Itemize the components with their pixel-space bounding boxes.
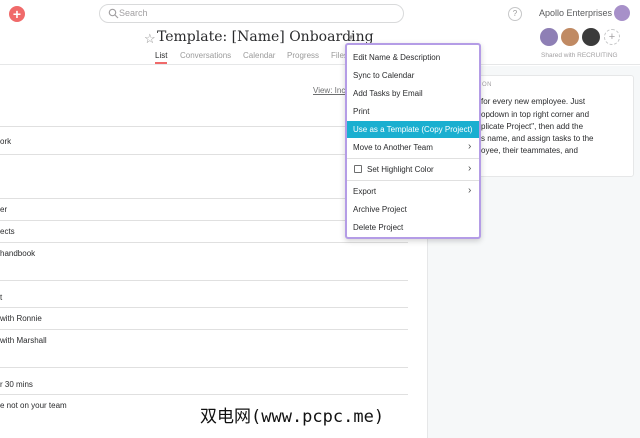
task-name: ork: [0, 137, 12, 146]
task-name: with Marshall: [0, 336, 47, 345]
menu-item-add-tasks-email[interactable]: Add Tasks by Email: [347, 85, 479, 102]
chevron-right-icon: ›: [468, 141, 472, 152]
menu-item-edit-name[interactable]: Edit Name & Description: [347, 49, 479, 66]
task-name: with Ronnie: [0, 314, 42, 323]
description-heading: ON: [482, 82, 492, 88]
task-name: handbook: [0, 249, 36, 258]
chevron-right-icon: ›: [468, 185, 472, 196]
description-line: for every new employee. Just: [481, 97, 586, 106]
menu-item-export[interactable]: Export ›: [347, 183, 479, 200]
user-avatar[interactable]: [614, 5, 630, 21]
tab-progress[interactable]: Progress: [287, 51, 319, 60]
task-name: r 30 mins: [0, 380, 33, 389]
task-row[interactable]: t: [0, 280, 408, 307]
project-title[interactable]: Template: [Name] Onboarding: [157, 29, 374, 45]
task-row[interactable]: with Marshall: [0, 329, 408, 367]
menu-item-delete[interactable]: Delete Project: [347, 219, 479, 236]
task-name: t: [0, 293, 3, 302]
task-row[interactable]: r 30 mins: [0, 367, 408, 394]
tab-conversations[interactable]: Conversations: [180, 51, 231, 60]
description-line: oyee, their teammates, and: [481, 146, 578, 155]
tab-calendar[interactable]: Calendar: [243, 51, 275, 60]
search-icon: [108, 8, 119, 19]
task-name: er: [0, 205, 8, 214]
menu-divider: [347, 158, 479, 159]
menu-item-print[interactable]: Print: [347, 103, 479, 120]
task-row[interactable]: with Ronnie: [0, 307, 408, 329]
view-filter-link[interactable]: View: Inc: [313, 86, 345, 95]
project-header: ☆ Template: [Name] Onboarding ▼ List Con…: [0, 28, 640, 65]
description-line: opdown in top right corner and: [481, 110, 590, 119]
checkbox-icon[interactable]: [354, 165, 362, 173]
add-member-button[interactable]: +: [604, 29, 620, 45]
member-avatar[interactable]: [582, 28, 600, 46]
menu-item-sync-calendar[interactable]: Sync to Calendar: [347, 67, 479, 84]
menu-divider: [347, 180, 479, 181]
chevron-down-icon[interactable]: ▼: [347, 33, 355, 42]
description-line: plicate Project", then add the: [481, 122, 584, 131]
description-line: s name, and assign tasks to the: [481, 134, 594, 143]
task-name: e not on your team: [0, 401, 67, 410]
task-row[interactable]: handbook: [0, 242, 408, 280]
menu-item-highlight-color[interactable]: Set Highlight Color ›: [347, 161, 479, 178]
task-name: ects: [0, 227, 15, 236]
organization-name[interactable]: Apollo Enterprises: [539, 8, 612, 18]
menu-item-archive[interactable]: Archive Project: [347, 201, 479, 218]
chevron-right-icon: ›: [468, 163, 472, 174]
member-avatar[interactable]: [561, 28, 579, 46]
quick-add-button[interactable]: +: [9, 6, 25, 22]
tab-list[interactable]: List: [155, 51, 168, 64]
search-placeholder: Search: [119, 8, 148, 18]
star-icon[interactable]: ☆: [144, 31, 156, 47]
menu-item-move-team[interactable]: Move to Another Team ›: [347, 139, 479, 156]
shared-with-label: Shared with RECRUITING: [541, 52, 618, 59]
watermark-text: 双电网(www.pcpc.me): [200, 407, 385, 427]
member-avatar[interactable]: [540, 28, 558, 46]
help-button[interactable]: ?: [508, 7, 522, 21]
search-input[interactable]: Search: [99, 4, 404, 23]
top-bar: + Search ? Apollo Enterprises: [0, 0, 640, 28]
project-actions-menu: Edit Name & Description Sync to Calendar…: [345, 43, 481, 239]
menu-item-use-as-template[interactable]: Use as a Template (Copy Project): [347, 121, 479, 138]
